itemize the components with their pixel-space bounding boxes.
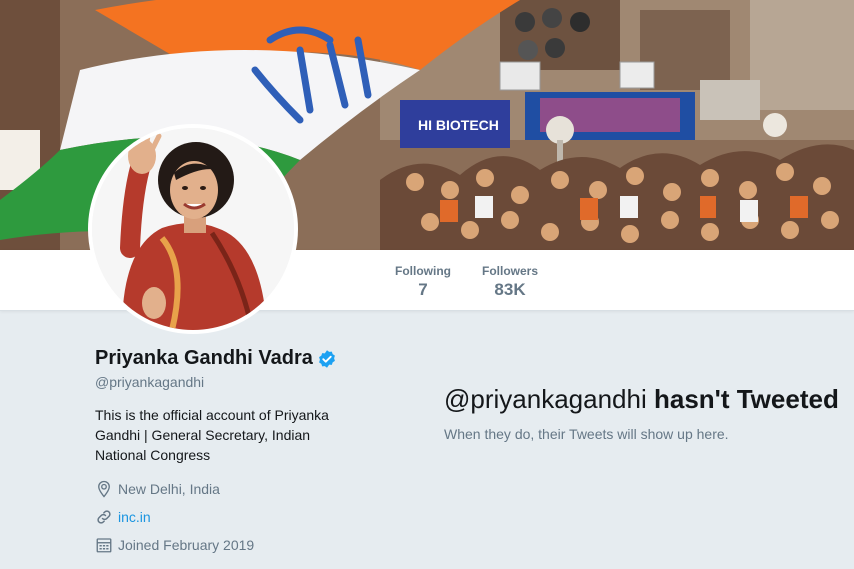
profile-avatar[interactable] bbox=[88, 124, 298, 334]
location-text: New Delhi, India bbox=[118, 481, 220, 497]
empty-timeline-title-bold: hasn't Tweeted bbox=[653, 384, 839, 414]
link-icon bbox=[95, 508, 113, 526]
empty-timeline-handle: @priyankagandhi bbox=[444, 384, 647, 414]
followers-label: Followers bbox=[481, 264, 538, 278]
calendar-icon bbox=[95, 536, 113, 554]
following-count: 7 bbox=[418, 280, 428, 299]
profile-bio: This is the official account of Priyanka… bbox=[95, 407, 329, 463]
profile-name-row: Priyanka Gandhi Vadra bbox=[95, 347, 337, 370]
location-pin-icon bbox=[95, 480, 113, 498]
profile-handle[interactable]: @priyankagandhi bbox=[95, 374, 204, 390]
empty-timeline-title: @priyankagandhi hasn't Tweeted bbox=[444, 384, 839, 415]
verified-badge-icon bbox=[317, 349, 337, 369]
profile-joined: Joined February 2019 bbox=[95, 536, 254, 554]
banner-sign-text: HI BIOTECH bbox=[418, 117, 499, 133]
followers-count: 83K bbox=[494, 280, 526, 299]
following-label: Following bbox=[395, 264, 451, 278]
joined-text: Joined February 2019 bbox=[118, 537, 255, 553]
profile-location: New Delhi, India bbox=[95, 480, 220, 498]
avatar-image bbox=[92, 128, 294, 330]
followers-stat[interactable]: Followers 83K bbox=[478, 264, 542, 300]
website-link[interactable]: inc.in bbox=[118, 509, 151, 525]
profile-name[interactable]: Priyanka Gandhi Vadra bbox=[95, 347, 313, 370]
profile-website: inc.in bbox=[95, 508, 151, 526]
following-stat[interactable]: Following 7 bbox=[393, 264, 453, 300]
empty-timeline-subtitle: When they do, their Tweets will show up … bbox=[444, 426, 729, 442]
